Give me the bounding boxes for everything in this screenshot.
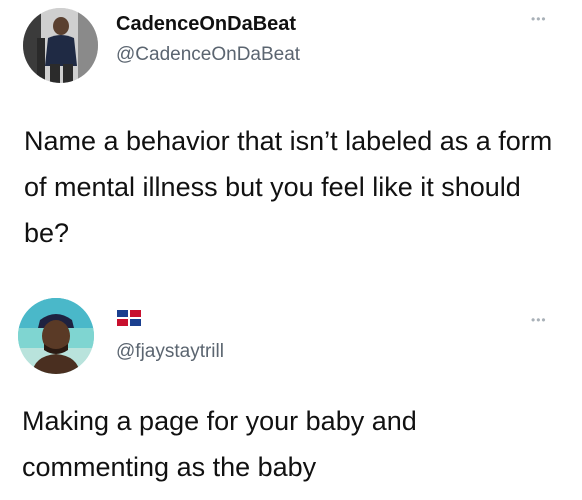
- reply-tweet[interactable]: @fjaystaytrill ••• Making a page for you…: [0, 290, 582, 500]
- more-options-icon[interactable]: •••: [531, 313, 547, 327]
- user-handle[interactable]: @fjaystaytrill: [116, 341, 224, 363]
- display-name[interactable]: CadenceOnDaBeat: [116, 13, 296, 36]
- tweet-text: Name a behavior that isn’t labeled as a …: [24, 126, 553, 248]
- avatar-photo: [23, 8, 98, 83]
- main-tweet[interactable]: CadenceOnDaBeat @CadenceOnDaBeat ••• Nam…: [0, 0, 582, 290]
- tweet-text: Making a page for your baby and commenti…: [22, 406, 417, 482]
- avatar[interactable]: [23, 8, 98, 83]
- user-handle[interactable]: @CadenceOnDaBeat: [116, 44, 300, 66]
- more-options-icon[interactable]: •••: [531, 12, 547, 26]
- avatar[interactable]: [18, 298, 94, 374]
- screenshot: CadenceOnDaBeat @CadenceOnDaBeat ••• Nam…: [0, 0, 582, 500]
- avatar-photo: [18, 298, 94, 374]
- dominican-republic-flag-icon: [117, 310, 141, 326]
